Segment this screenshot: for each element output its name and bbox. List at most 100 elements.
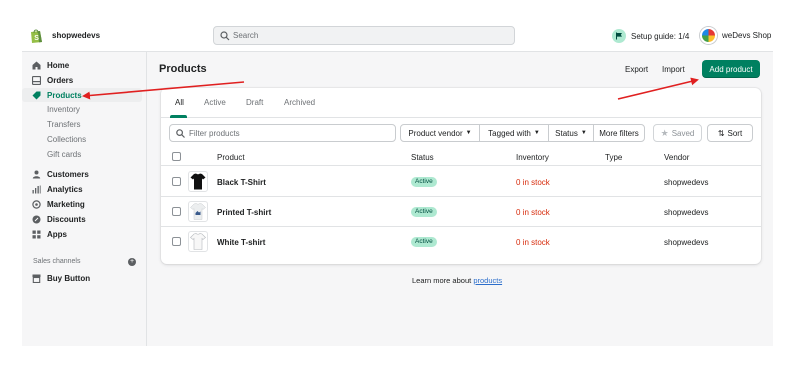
product-name[interactable]: Black T-Shirt (217, 178, 266, 187)
tab-archived[interactable]: Archived (284, 98, 315, 107)
more-filters-button[interactable]: More filters (593, 124, 645, 142)
sort-icon: ⇅ (717, 128, 725, 138)
shop-account-menu[interactable]: weDevs Shop (700, 26, 771, 44)
column-header-type[interactable]: Type (605, 153, 622, 162)
avatar (700, 26, 717, 44)
sidebar-subitem-gift-cards[interactable]: Gift cards (47, 150, 81, 159)
top-bar: S shopwedevs Search Setup guide: 1/4 weD… (22, 20, 773, 52)
search-icon (220, 31, 230, 41)
sidebar-item-customers[interactable]: Customers (22, 167, 142, 181)
caret-down-icon: ▼ (533, 130, 540, 136)
target-icon (32, 199, 41, 209)
filter-label: Status (555, 128, 578, 138)
page-title: Products (159, 63, 207, 75)
table-row[interactable]: Printed T-shirt Active 0 in stock shopwe… (161, 197, 761, 227)
vendor-name: shopwedevs (664, 178, 709, 187)
status-badge: Active (411, 177, 437, 187)
white-tshirt-image (190, 233, 206, 250)
status-tabs: All Active Draft Archived (161, 88, 761, 118)
search-icon (176, 129, 185, 138)
tab-active[interactable]: Active (204, 98, 226, 107)
person-icon (32, 170, 41, 179)
sidebar-item-buy-button[interactable]: Buy Button (22, 271, 142, 285)
sort-button[interactable]: ⇅ Sort (707, 124, 753, 142)
tab-all[interactable]: All (175, 98, 184, 107)
tagged-with-filter[interactable]: Tagged with ▼ (479, 124, 549, 142)
sidebar-item-label: Home (47, 60, 70, 70)
active-tab-indicator (170, 115, 187, 118)
sidebar-subitem-transfers[interactable]: Transfers (47, 120, 81, 129)
sidebar-item-label: Orders (47, 75, 74, 85)
row-checkbox[interactable] (172, 207, 181, 216)
column-header-product[interactable]: Product (217, 153, 245, 162)
sidebar-item-label: Discounts (47, 214, 86, 224)
sidebar-subitem-collections[interactable]: Collections (47, 135, 86, 144)
setup-guide-label: Setup guide: 1/4 (631, 31, 690, 41)
svg-text:S: S (34, 35, 39, 42)
caret-down-icon: ▼ (465, 130, 472, 136)
add-product-button[interactable]: Add product (702, 60, 760, 78)
sidebar-item-home[interactable]: Home (22, 58, 142, 72)
select-all-checkbox[interactable] (172, 152, 181, 161)
search-input[interactable]: Search (213, 26, 515, 45)
sidebar-subitem-inventory[interactable]: Inventory (47, 105, 80, 114)
add-channel-icon[interactable]: + (128, 258, 136, 266)
saved-button[interactable]: ★ Saved (653, 124, 702, 142)
sidebar-item-discounts[interactable]: Discounts (22, 212, 142, 226)
filter-label: More filters (599, 128, 639, 138)
learn-more-prefix: Learn more about (412, 276, 472, 285)
inventory-count: 0 in stock (516, 178, 550, 187)
sidebar-item-label: Marketing (47, 199, 85, 209)
inventory-count: 0 in stock (516, 238, 550, 247)
vendor-name: shopwedevs (664, 208, 709, 217)
apps-icon (32, 230, 41, 239)
table-row[interactable]: Black T-Shirt Active 0 in stock shopwede… (161, 167, 761, 197)
flag-icon (612, 29, 626, 43)
status-badge: Active (411, 207, 437, 217)
sidebar-item-orders[interactable]: Orders (22, 73, 142, 87)
sidebar-item-products[interactable]: Products (22, 88, 142, 102)
filter-label: Tagged with (488, 128, 531, 138)
tab-draft[interactable]: Draft (246, 98, 263, 107)
search-placeholder: Search (233, 31, 259, 40)
discount-icon (32, 215, 41, 224)
admin-window: S shopwedevs Search Setup guide: 1/4 weD… (22, 20, 773, 346)
row-checkbox[interactable] (172, 237, 181, 246)
column-header-status[interactable]: Status (411, 153, 434, 162)
setup-guide-button[interactable]: Setup guide: 1/4 (612, 28, 689, 44)
store-name[interactable]: shopwedevs (52, 31, 100, 40)
status-filter[interactable]: Status ▼ (548, 124, 594, 142)
vendor-name: shopwedevs (664, 238, 709, 247)
sidebar-item-analytics[interactable]: Analytics (22, 182, 142, 196)
products-help-link[interactable]: products (473, 276, 502, 285)
product-vendor-filter[interactable]: Product vendor ▼ (400, 124, 480, 142)
row-checkbox[interactable] (172, 177, 181, 186)
black-tshirt-image (190, 173, 206, 190)
product-name[interactable]: Printed T-shirt (217, 208, 271, 217)
printed-tshirt-image (190, 203, 206, 220)
column-header-inventory[interactable]: Inventory (516, 153, 549, 162)
product-name[interactable]: White T-shirt (217, 238, 265, 247)
shop-name: weDevs Shop (722, 30, 772, 40)
sidebar-item-label: Analytics (47, 184, 83, 194)
export-button[interactable]: Export (625, 65, 648, 74)
star-icon: ★ (660, 127, 669, 138)
sidebar-item-label: Customers (47, 169, 89, 179)
table-header: Product Status Inventory Type Vendor (161, 148, 761, 166)
status-badge: Active (411, 237, 437, 247)
products-card: All Active Draft Archived Filter product… (161, 88, 761, 264)
sort-label: Sort (727, 128, 743, 138)
filter-products-input[interactable]: Filter products (169, 124, 396, 142)
sidebar-item-marketing[interactable]: Marketing (22, 197, 142, 211)
product-thumbnail (188, 201, 208, 222)
import-button[interactable]: Import (662, 65, 685, 74)
shopify-bag-icon[interactable]: S (30, 28, 43, 43)
filter-placeholder: Filter products (189, 129, 240, 138)
tag-icon (32, 91, 41, 100)
learn-more-text: Learn more about products (412, 276, 502, 285)
column-header-vendor[interactable]: Vendor (664, 153, 689, 162)
sidebar-item-apps[interactable]: Apps (22, 227, 142, 241)
home-icon (32, 61, 41, 70)
caret-down-icon: ▼ (580, 130, 587, 136)
table-row[interactable]: White T-shirt Active 0 in stock shopwede… (161, 227, 761, 257)
